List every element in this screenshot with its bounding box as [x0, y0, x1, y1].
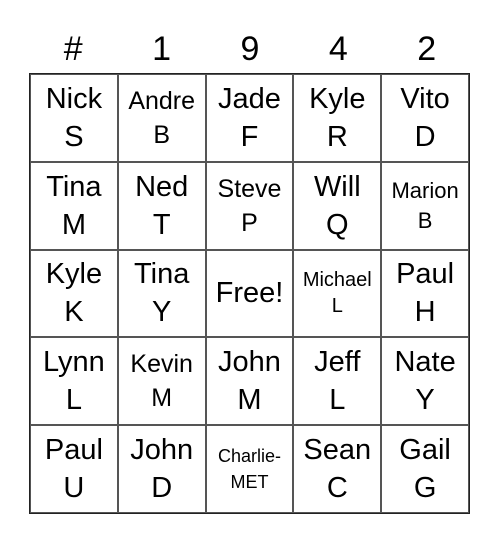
- bingo-cell[interactable]: Andre B: [117, 74, 206, 162]
- bingo-header: # 1 9 4 2: [29, 26, 471, 72]
- cell-initial: P: [241, 208, 258, 237]
- cell-initial: D: [414, 120, 436, 153]
- cell-name: Tina: [46, 170, 102, 203]
- bingo-cell[interactable]: Jade F: [205, 74, 294, 162]
- bingo-cell[interactable]: Marion B: [381, 161, 469, 250]
- cell-name: Sean: [303, 434, 372, 467]
- cell-initial: S: [64, 120, 84, 153]
- bingo-cell[interactable]: Kyle K: [30, 249, 118, 338]
- cell-name: Kyle: [45, 258, 103, 291]
- cell-initial: F: [240, 120, 259, 153]
- cell-name: Paul: [396, 258, 455, 291]
- header-letter: #: [63, 30, 83, 68]
- cell-initial: H: [414, 296, 436, 329]
- cell-initial: M: [237, 384, 262, 417]
- cell-initial: Q: [326, 208, 349, 241]
- cell-name: Andre: [128, 86, 196, 115]
- cell-name: Marion: [391, 177, 459, 203]
- cell-name: Gail: [399, 434, 451, 467]
- cell-name: Tina: [134, 258, 190, 291]
- cell-initial: D: [151, 472, 173, 505]
- bingo-cell[interactable]: Ned T: [117, 161, 206, 250]
- bingo-cell[interactable]: Steve P: [205, 161, 294, 250]
- cell-name: Kevin: [130, 350, 193, 379]
- cell-initial: T: [152, 208, 171, 241]
- bingo-cell[interactable]: Tina M: [30, 161, 118, 250]
- cell-initial: G: [413, 472, 437, 505]
- bingo-cell[interactable]: Nate Y: [381, 337, 469, 426]
- cell-initial: MET: [230, 472, 269, 493]
- cell-name: John: [130, 434, 194, 467]
- bingo-cell[interactable]: Charlie- MET: [205, 425, 294, 513]
- header-letter: 1: [152, 30, 172, 68]
- cell-initial: B: [417, 207, 433, 233]
- cell-initial: L: [331, 295, 343, 318]
- bingo-cell[interactable]: John M: [205, 337, 294, 426]
- cell-name: Paul: [44, 434, 103, 467]
- header-letter: 4: [328, 30, 348, 68]
- cell-name: Lynn: [42, 346, 105, 379]
- bingo-cell[interactable]: Tina Y: [117, 249, 206, 338]
- cell-initial: K: [64, 296, 84, 329]
- cell-name: Nate: [394, 346, 456, 379]
- cell-initial: L: [65, 384, 82, 417]
- cell-name: Charlie-: [217, 446, 281, 467]
- bingo-cell[interactable]: Lynn L: [30, 337, 118, 426]
- cell-name: Kyle: [309, 82, 366, 115]
- bingo-cell[interactable]: Gail G: [381, 425, 469, 513]
- cell-name: Jade: [218, 82, 281, 115]
- cell-name: Steve: [217, 174, 282, 203]
- cell-initial: Y: [152, 296, 172, 329]
- bingo-cell[interactable]: Jeff L: [293, 337, 382, 426]
- cell-name: John: [218, 346, 281, 379]
- bingo-cell[interactable]: Vito D: [381, 74, 469, 162]
- free-space-cell[interactable]: Free!: [205, 249, 294, 338]
- cell-name: Free!: [215, 277, 284, 310]
- cell-initial: M: [61, 208, 86, 241]
- bingo-cell[interactable]: Sean C: [293, 425, 382, 513]
- bingo-cell[interactable]: Michael L: [293, 249, 382, 338]
- cell-initial: C: [326, 472, 348, 505]
- bingo-cell[interactable]: John D: [117, 425, 206, 513]
- bingo-cell[interactable]: Kyle R: [293, 74, 382, 162]
- cell-initial: R: [326, 120, 348, 153]
- cell-name: Will: [313, 170, 361, 203]
- cell-name: Jeff: [314, 346, 361, 379]
- cell-initial: Y: [415, 384, 435, 417]
- bingo-cell[interactable]: Nick S: [30, 74, 118, 162]
- cell-name: Ned: [135, 170, 189, 203]
- cell-name: Michael: [302, 269, 372, 292]
- cell-initial: U: [63, 472, 85, 505]
- cell-name: Nick: [45, 82, 103, 115]
- cell-initial: B: [153, 120, 171, 149]
- bingo-grid: Nick S Andre B Jade F Kyle R Vito D Tina M Ned T Steve…: [29, 73, 470, 514]
- header-letter: 2: [417, 30, 437, 68]
- cell-name: Vito: [400, 82, 450, 115]
- bingo-cell[interactable]: Paul U: [30, 425, 118, 513]
- bingo-cell[interactable]: Paul H: [381, 249, 469, 338]
- bingo-cell[interactable]: Will Q: [293, 161, 382, 250]
- header-letter: 9: [240, 30, 260, 68]
- cell-initial: M: [151, 384, 173, 413]
- cell-initial: L: [329, 384, 346, 417]
- bingo-cell[interactable]: Kevin M: [117, 337, 206, 426]
